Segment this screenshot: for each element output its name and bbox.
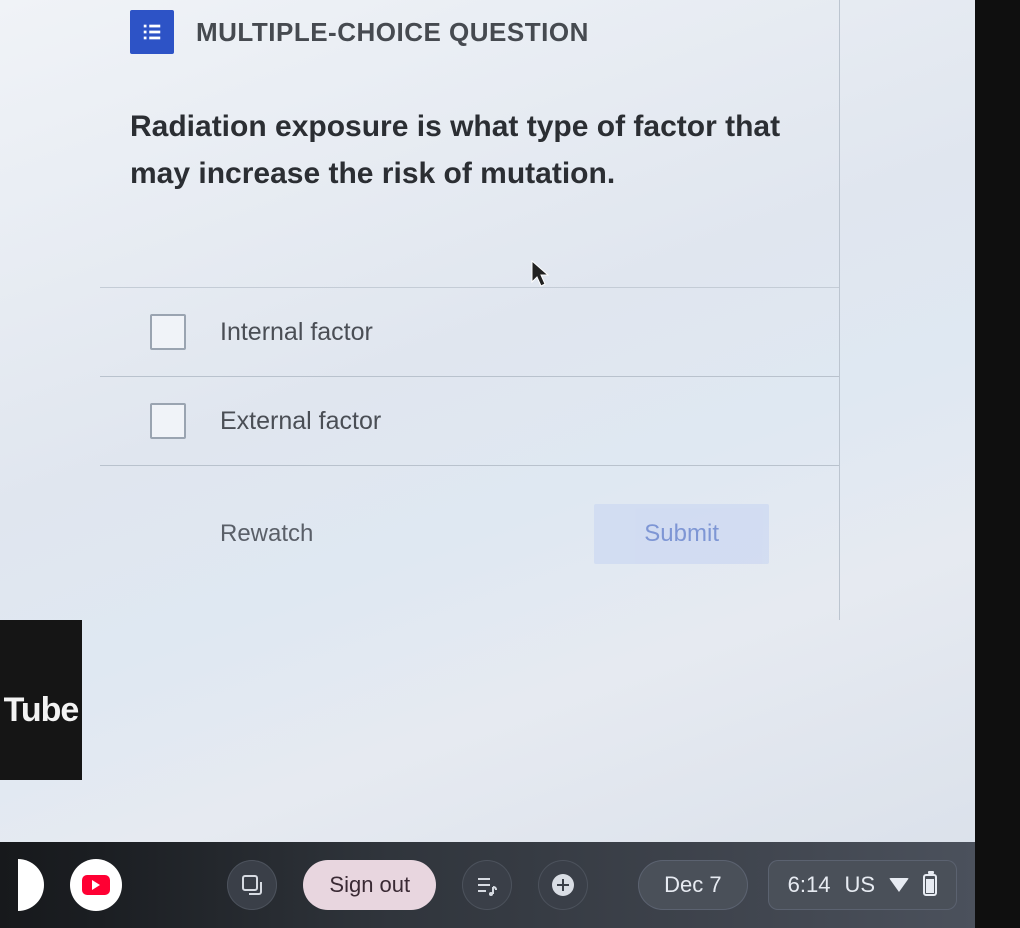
taskbar: Sign out Dec 7 6:14 US xyxy=(0,842,975,928)
youtube-play-icon xyxy=(82,875,110,895)
playlist-button[interactable] xyxy=(462,860,512,910)
mouse-cursor-icon xyxy=(530,260,552,288)
card-actions: Rewatch Submit xyxy=(100,466,839,564)
add-button[interactable] xyxy=(538,860,588,910)
sign-out-button[interactable]: Sign out xyxy=(303,860,436,910)
youtube-logo-text-fragment: Tube xyxy=(4,691,79,730)
overview-button[interactable] xyxy=(227,860,277,910)
playlist-icon xyxy=(475,873,499,897)
card-header-label: MULTIPLE-CHOICE QUESTION xyxy=(196,17,589,48)
unknown-app-icon[interactable] xyxy=(18,859,44,911)
option-checkbox[interactable] xyxy=(150,314,186,350)
submit-button[interactable]: Submit xyxy=(594,504,769,564)
locale-label: US xyxy=(844,872,875,898)
list-icon xyxy=(130,10,174,54)
rewatch-button[interactable]: Rewatch xyxy=(220,520,313,548)
device-bezel xyxy=(975,0,1020,928)
battery-icon xyxy=(923,874,937,896)
youtube-sidebar-widget: Tube xyxy=(0,620,82,780)
wifi-icon xyxy=(889,878,909,892)
status-tray[interactable]: 6:14 US xyxy=(768,860,957,910)
youtube-app-icon[interactable] xyxy=(70,859,122,911)
card-header: MULTIPLE-CHOICE QUESTION xyxy=(100,0,839,84)
clock-label: 6:14 xyxy=(788,872,831,898)
option-checkbox[interactable] xyxy=(150,403,186,439)
question-card: MULTIPLE-CHOICE QUESTION Radiation expos… xyxy=(100,0,840,620)
option-label: Internal factor xyxy=(220,318,373,347)
question-text: Radiation exposure is what type of facto… xyxy=(100,84,839,197)
option-label: External factor xyxy=(220,407,381,436)
option-external-factor[interactable]: External factor xyxy=(100,377,839,466)
option-internal-factor[interactable]: Internal factor xyxy=(100,287,839,377)
options-list: Internal factor External factor xyxy=(100,287,839,466)
date-pill[interactable]: Dec 7 xyxy=(638,860,747,910)
screen-viewport: MULTIPLE-CHOICE QUESTION Radiation expos… xyxy=(0,0,975,928)
plus-circle-icon xyxy=(552,874,574,896)
windows-overview-icon xyxy=(240,873,264,897)
